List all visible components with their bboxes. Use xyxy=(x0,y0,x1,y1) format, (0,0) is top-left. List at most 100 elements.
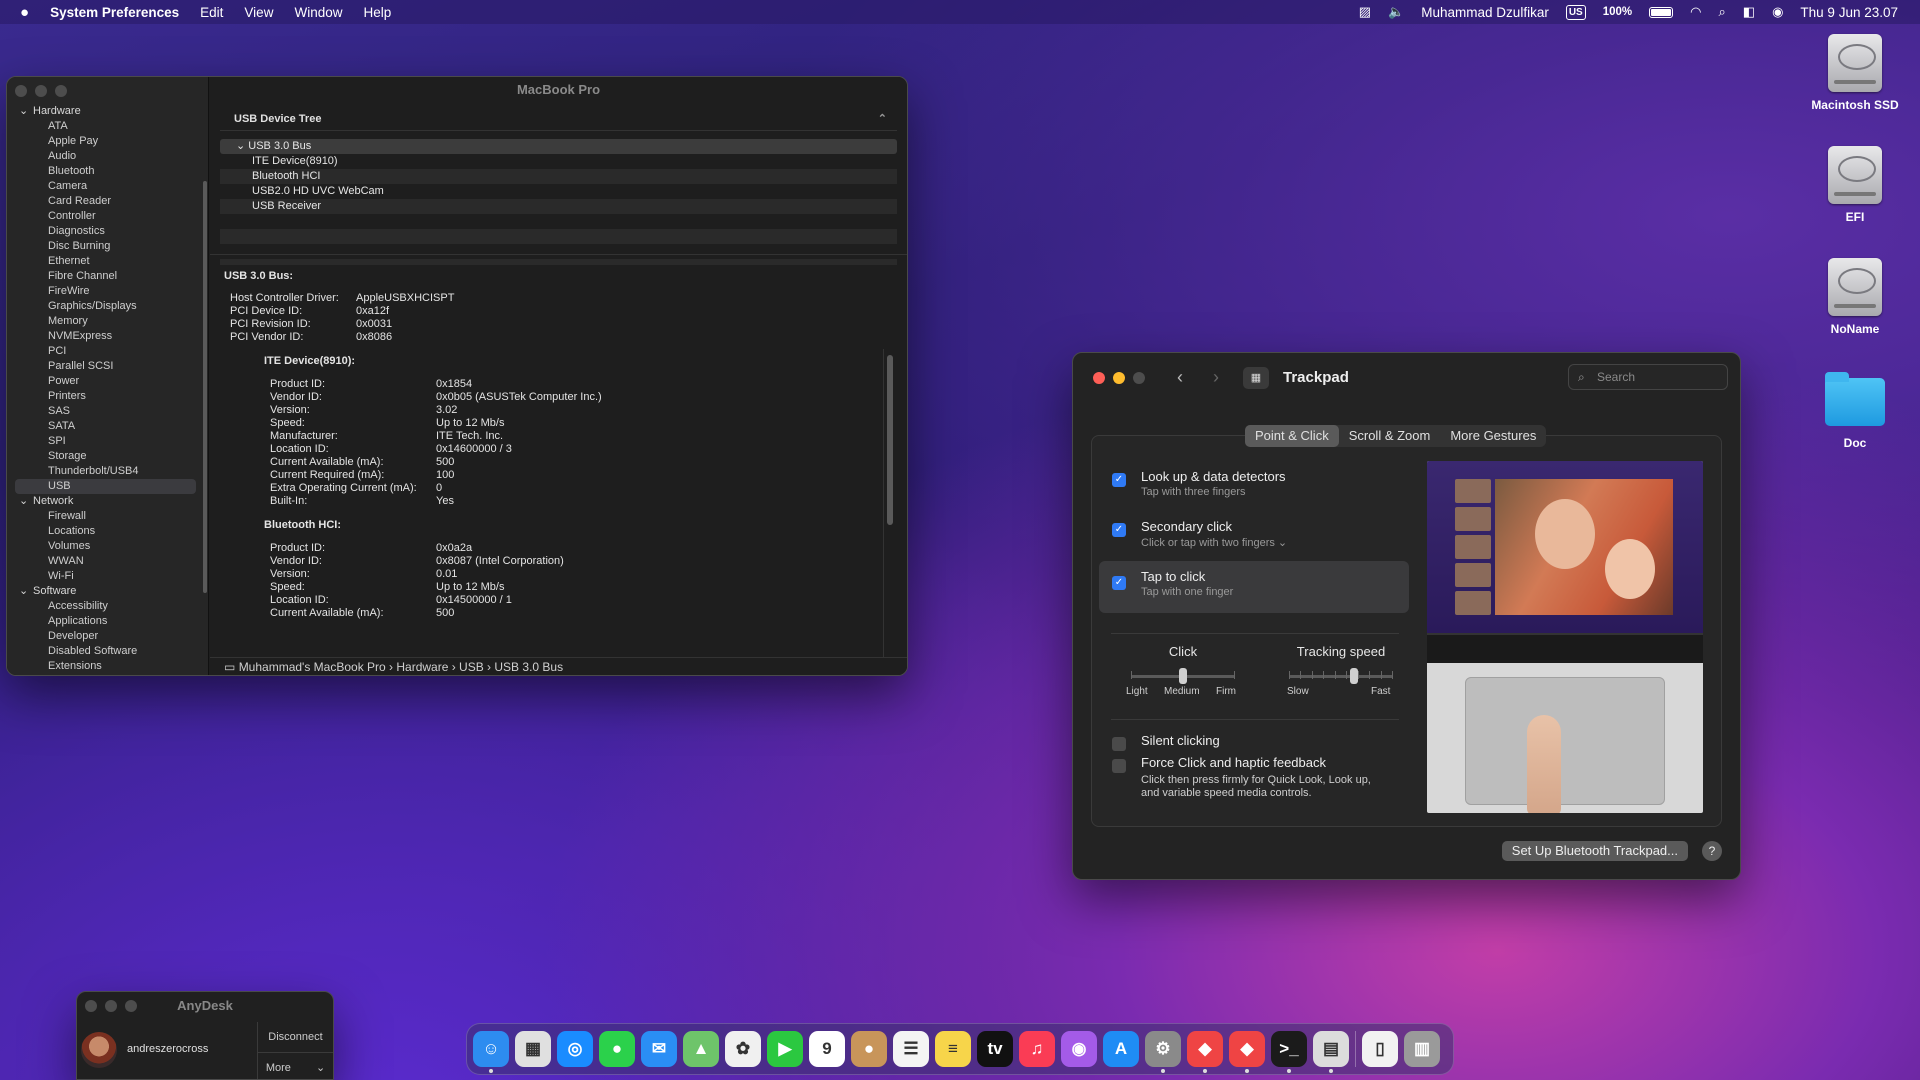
sort-chevron-icon[interactable]: ⌃ xyxy=(878,107,887,131)
sidebar-group-software[interactable]: Software xyxy=(7,584,208,599)
sidebar-item-fibre-channel[interactable]: Fibre Channel xyxy=(7,269,208,284)
dock-system-preferences-icon[interactable]: ⚙ xyxy=(1145,1031,1181,1073)
option-secondary-click[interactable]: ✓ Secondary click Click or tap with two … xyxy=(1099,519,1409,549)
sidebar-item-volumes[interactable]: Volumes xyxy=(7,539,208,554)
checkbox-tap-to-click[interactable]: ✓ xyxy=(1112,576,1126,590)
tab-point-click[interactable]: Point & Click xyxy=(1245,425,1339,447)
zoom-button[interactable] xyxy=(1133,372,1145,384)
sidebar-item-developer[interactable]: Developer xyxy=(7,629,208,644)
tab-more-gestures[interactable]: More Gestures xyxy=(1440,425,1546,447)
sidebar-item-usb[interactable]: USB xyxy=(15,479,196,494)
show-all-grid-icon[interactable]: ▦ xyxy=(1243,367,1269,389)
menu-edit[interactable]: Edit xyxy=(200,5,223,20)
dock-anydesk-icon[interactable]: ◆ xyxy=(1187,1031,1223,1073)
dock-anydesk-2-icon[interactable]: ◆ xyxy=(1229,1031,1265,1073)
tree-row-usb-bus[interactable]: USB 3.0 Bus xyxy=(220,139,897,154)
sidebar-item-power[interactable]: Power xyxy=(7,374,208,389)
dock-mail-icon[interactable]: ✉ xyxy=(641,1031,677,1067)
sidebar-item-firewall[interactable]: Firewall xyxy=(7,509,208,524)
sidebar-item-applications[interactable]: Applications xyxy=(7,614,208,629)
apple-menu-icon[interactable]: ● xyxy=(20,4,29,21)
option-force-click[interactable]: Force Click and haptic feedback Click th… xyxy=(1099,755,1409,799)
more-dropdown[interactable]: More ⌄ xyxy=(257,1052,333,1079)
dock-trash-icon[interactable]: ▥ xyxy=(1404,1031,1440,1067)
spotlight-search-icon[interactable]: ⌕ xyxy=(1719,4,1726,20)
dock-tv-icon[interactable]: tv xyxy=(977,1031,1013,1067)
sidebar-item-sas[interactable]: SAS xyxy=(7,404,208,419)
tree-row[interactable]: ITE Device(8910) xyxy=(220,154,897,169)
menu-app-name[interactable]: System Preferences xyxy=(50,5,179,20)
control-center-icon[interactable]: ◧ xyxy=(1743,4,1755,20)
checkbox-silent-clicking[interactable] xyxy=(1112,737,1126,751)
wifi-icon[interactable]: ◠ xyxy=(1690,4,1701,20)
setup-bluetooth-trackpad-button[interactable]: Set Up Bluetooth Trackpad... xyxy=(1501,841,1688,861)
tab-scroll-zoom[interactable]: Scroll & Zoom xyxy=(1339,425,1441,447)
sidebar-item-camera[interactable]: Camera xyxy=(7,179,208,194)
detail-scrollbar[interactable] xyxy=(887,355,893,525)
menu-user[interactable]: Muhammad Dzulfikar xyxy=(1421,5,1549,20)
sidebar-item-diagnostics[interactable]: Diagnostics xyxy=(7,224,208,239)
sidebar-item-pci[interactable]: PCI xyxy=(7,344,208,359)
dock-launchpad-icon[interactable]: ▦ xyxy=(515,1031,551,1067)
dock-document-icon[interactable]: ▯ xyxy=(1362,1031,1398,1067)
close-button[interactable] xyxy=(1093,372,1105,384)
sidebar-item-ethernet[interactable]: Ethernet xyxy=(7,254,208,269)
menu-view[interactable]: View xyxy=(244,5,273,20)
tree-row[interactable]: USB Receiver xyxy=(220,199,897,214)
back-chevron-icon[interactable]: ‹ xyxy=(1177,367,1183,388)
dock-facetime-icon[interactable]: ▶ xyxy=(767,1031,803,1067)
sidebar-item-extensions[interactable]: Extensions xyxy=(7,659,208,674)
sidebar-scrollbar[interactable] xyxy=(203,181,207,593)
dock-maps-icon[interactable]: ▲ xyxy=(683,1031,719,1067)
dock-system-information-icon[interactable]: ▤ xyxy=(1313,1031,1349,1073)
sidebar-item-accessibility[interactable]: Accessibility xyxy=(7,599,208,614)
menu-help[interactable]: Help xyxy=(363,5,391,20)
sidebar-group-hardware[interactable]: Hardware xyxy=(7,104,208,119)
sidebar-item-card-reader[interactable]: Card Reader xyxy=(7,194,208,209)
tree-header[interactable]: USB Device Tree ⌃ xyxy=(220,107,897,131)
minimize-button[interactable] xyxy=(35,85,47,97)
dock-podcasts-icon[interactable]: ◉ xyxy=(1061,1031,1097,1067)
checkbox-force-click[interactable] xyxy=(1112,759,1126,773)
desktop-icon-macintosh-ssd[interactable]: Macintosh SSD xyxy=(1795,34,1915,112)
input-source-badge[interactable]: US xyxy=(1565,4,1586,20)
dock-finder-icon[interactable]: ☺ xyxy=(473,1031,509,1073)
sidebar-item-thunderbolt-usb4[interactable]: Thunderbolt/USB4 xyxy=(7,464,208,479)
sidebar-item-ata[interactable]: ATA xyxy=(7,119,208,134)
sidebar-item-nvmexpress[interactable]: NVMExpress xyxy=(7,329,208,344)
sidebar-item-parallel-scsi[interactable]: Parallel SCSI xyxy=(7,359,208,374)
sidebar-item-apple-pay[interactable]: Apple Pay xyxy=(7,134,208,149)
tracking-speed-slider[interactable] xyxy=(1289,668,1393,684)
tree-row[interactable]: Bluetooth HCI xyxy=(220,169,897,184)
option-silent-clicking[interactable]: Silent clicking xyxy=(1099,733,1409,751)
siri-icon[interactable]: ◉ xyxy=(1772,4,1783,20)
zoom-button[interactable] xyxy=(55,85,67,97)
sidebar-item-locations[interactable]: Locations xyxy=(7,524,208,539)
click-slider[interactable] xyxy=(1131,668,1235,684)
dock-photos-icon[interactable]: ✿ xyxy=(725,1031,761,1067)
checkbox-secondary-click[interactable]: ✓ xyxy=(1112,523,1126,537)
sidebar-item-firewire[interactable]: FireWire xyxy=(7,284,208,299)
dock-notes-icon[interactable]: ≡ xyxy=(935,1031,971,1067)
sidebar-item-audio[interactable]: Audio xyxy=(7,149,208,164)
forward-chevron-icon[interactable]: › xyxy=(1213,367,1219,388)
desktop-icon-noname[interactable]: NoName xyxy=(1795,258,1915,336)
minimize-button[interactable] xyxy=(1113,372,1125,384)
sidebar-item-memory[interactable]: Memory xyxy=(7,314,208,329)
sidebar-item-disc-burning[interactable]: Disc Burning xyxy=(7,239,208,254)
sidebar-item-bluetooth[interactable]: Bluetooth xyxy=(7,164,208,179)
volume-icon[interactable]: 🔈 xyxy=(1388,4,1404,20)
sidebar-item-storage[interactable]: Storage xyxy=(7,449,208,464)
close-button[interactable] xyxy=(15,85,27,97)
dock-terminal-icon[interactable]: >_ xyxy=(1271,1031,1307,1073)
dock-music-icon[interactable]: ♫ xyxy=(1019,1031,1055,1067)
menu-window[interactable]: Window xyxy=(294,5,342,20)
dock-messages-icon[interactable]: ● xyxy=(599,1031,635,1067)
split-divider[interactable] xyxy=(210,254,907,255)
sidebar-item-printers[interactable]: Printers xyxy=(7,389,208,404)
tree-row[interactable]: USB2.0 HD UVC WebCam xyxy=(220,184,897,199)
sidebar-item-controller[interactable]: Controller xyxy=(7,209,208,224)
sidebar-item-wi-fi[interactable]: Wi-Fi xyxy=(7,569,208,584)
dock-contacts-icon[interactable]: ● xyxy=(851,1031,887,1067)
menu-clock[interactable]: Thu 9 Jun 23.07 xyxy=(1800,5,1898,20)
